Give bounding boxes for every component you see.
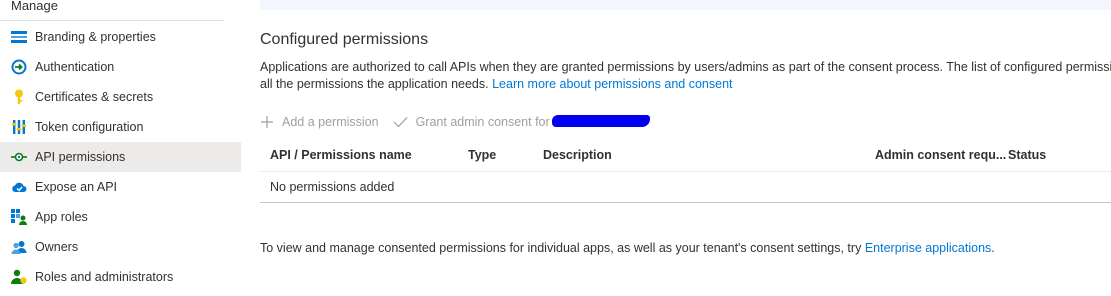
checkmark-icon bbox=[393, 117, 408, 128]
api-permissions-icon bbox=[11, 149, 27, 165]
token-config-icon bbox=[11, 119, 27, 135]
sidebar-item-label: Authentication bbox=[35, 60, 115, 74]
enterprise-applications-link[interactable]: Enterprise applications bbox=[865, 241, 991, 255]
footer-note: To view and manage consented permissions… bbox=[260, 241, 995, 255]
sidebar-item-expose-api[interactable]: Expose an API bbox=[0, 172, 241, 202]
footer-period: . bbox=[991, 241, 995, 255]
column-header-status[interactable]: Status bbox=[1008, 148, 1046, 162]
sidebar-item-label: Branding & properties bbox=[35, 30, 156, 44]
learn-more-link[interactable]: Learn more about permissions and consent bbox=[492, 77, 732, 91]
owners-icon bbox=[11, 239, 27, 255]
authentication-icon bbox=[11, 59, 27, 75]
sidebar-item-api-permissions[interactable]: API permissions bbox=[0, 142, 241, 172]
table-row: No permissions added bbox=[260, 172, 1111, 203]
sidebar-item-label: API permissions bbox=[35, 150, 126, 164]
description-text: all the permissions the application need… bbox=[260, 77, 489, 91]
sidebar-item-token-configuration[interactable]: Token configuration bbox=[0, 112, 241, 142]
column-header-admin-consent[interactable]: Admin consent requ... bbox=[875, 148, 1006, 162]
sidebar-item-certificates[interactable]: Certificates & secrets bbox=[0, 82, 241, 112]
column-header-api-name[interactable]: API / Permissions name bbox=[270, 148, 412, 162]
sidebar-item-label: Token configuration bbox=[35, 120, 144, 134]
manage-section-header: Manage bbox=[11, 0, 58, 13]
sidebar-item-roles-administrators[interactable]: Roles and administrators bbox=[0, 262, 241, 292]
sidebar-item-label: Expose an API bbox=[35, 180, 118, 194]
column-header-type[interactable]: Type bbox=[468, 148, 496, 162]
info-banner bbox=[260, 0, 1111, 10]
add-permission-button[interactable]: Add a permission bbox=[260, 115, 379, 129]
sidebar-item-authentication[interactable]: Authentication bbox=[0, 52, 241, 82]
app-roles-icon bbox=[11, 209, 27, 225]
redaction-mark bbox=[552, 115, 650, 127]
add-permission-label: Add a permission bbox=[282, 115, 379, 129]
sidebar-item-label: App roles bbox=[35, 210, 88, 224]
empty-table-message: No permissions added bbox=[270, 180, 395, 194]
sidebar-item-label: Roles and administrators bbox=[35, 270, 174, 284]
sidebar-item-label: Owners bbox=[35, 240, 79, 254]
permissions-table: API / Permissions name Type Description … bbox=[260, 141, 1111, 203]
sidebar-item-branding[interactable]: Branding & properties bbox=[0, 22, 241, 52]
description-text: Applications are authorized to call APIs… bbox=[260, 60, 1111, 74]
key-icon bbox=[11, 89, 27, 105]
page-title: Configured permissions bbox=[260, 31, 429, 48]
column-header-description[interactable]: Description bbox=[543, 148, 612, 162]
roles-admin-icon bbox=[11, 269, 27, 285]
sidebar-item-label: Certificates & secrets bbox=[35, 90, 154, 104]
cloud-icon bbox=[11, 179, 27, 195]
plus-icon bbox=[261, 116, 273, 128]
branding-icon bbox=[11, 29, 27, 45]
table-header-row: API / Permissions name Type Description … bbox=[260, 141, 1111, 172]
grant-admin-consent-button[interactable]: Grant admin consent for bbox=[393, 115, 550, 129]
divider bbox=[0, 20, 224, 21]
sidebar-item-app-roles[interactable]: App roles bbox=[0, 202, 241, 232]
permissions-description: Applications are authorized to call APIs… bbox=[260, 59, 1111, 93]
sidebar-item-owners[interactable]: Owners bbox=[0, 232, 241, 262]
footer-text: To view and manage consented permissions… bbox=[260, 241, 862, 255]
sidebar: Manage Branding & properties Authenticat… bbox=[0, 0, 241, 296]
toolbar: Add a permission Grant admin consent for bbox=[260, 112, 564, 132]
grant-consent-label: Grant admin consent for bbox=[415, 115, 550, 129]
